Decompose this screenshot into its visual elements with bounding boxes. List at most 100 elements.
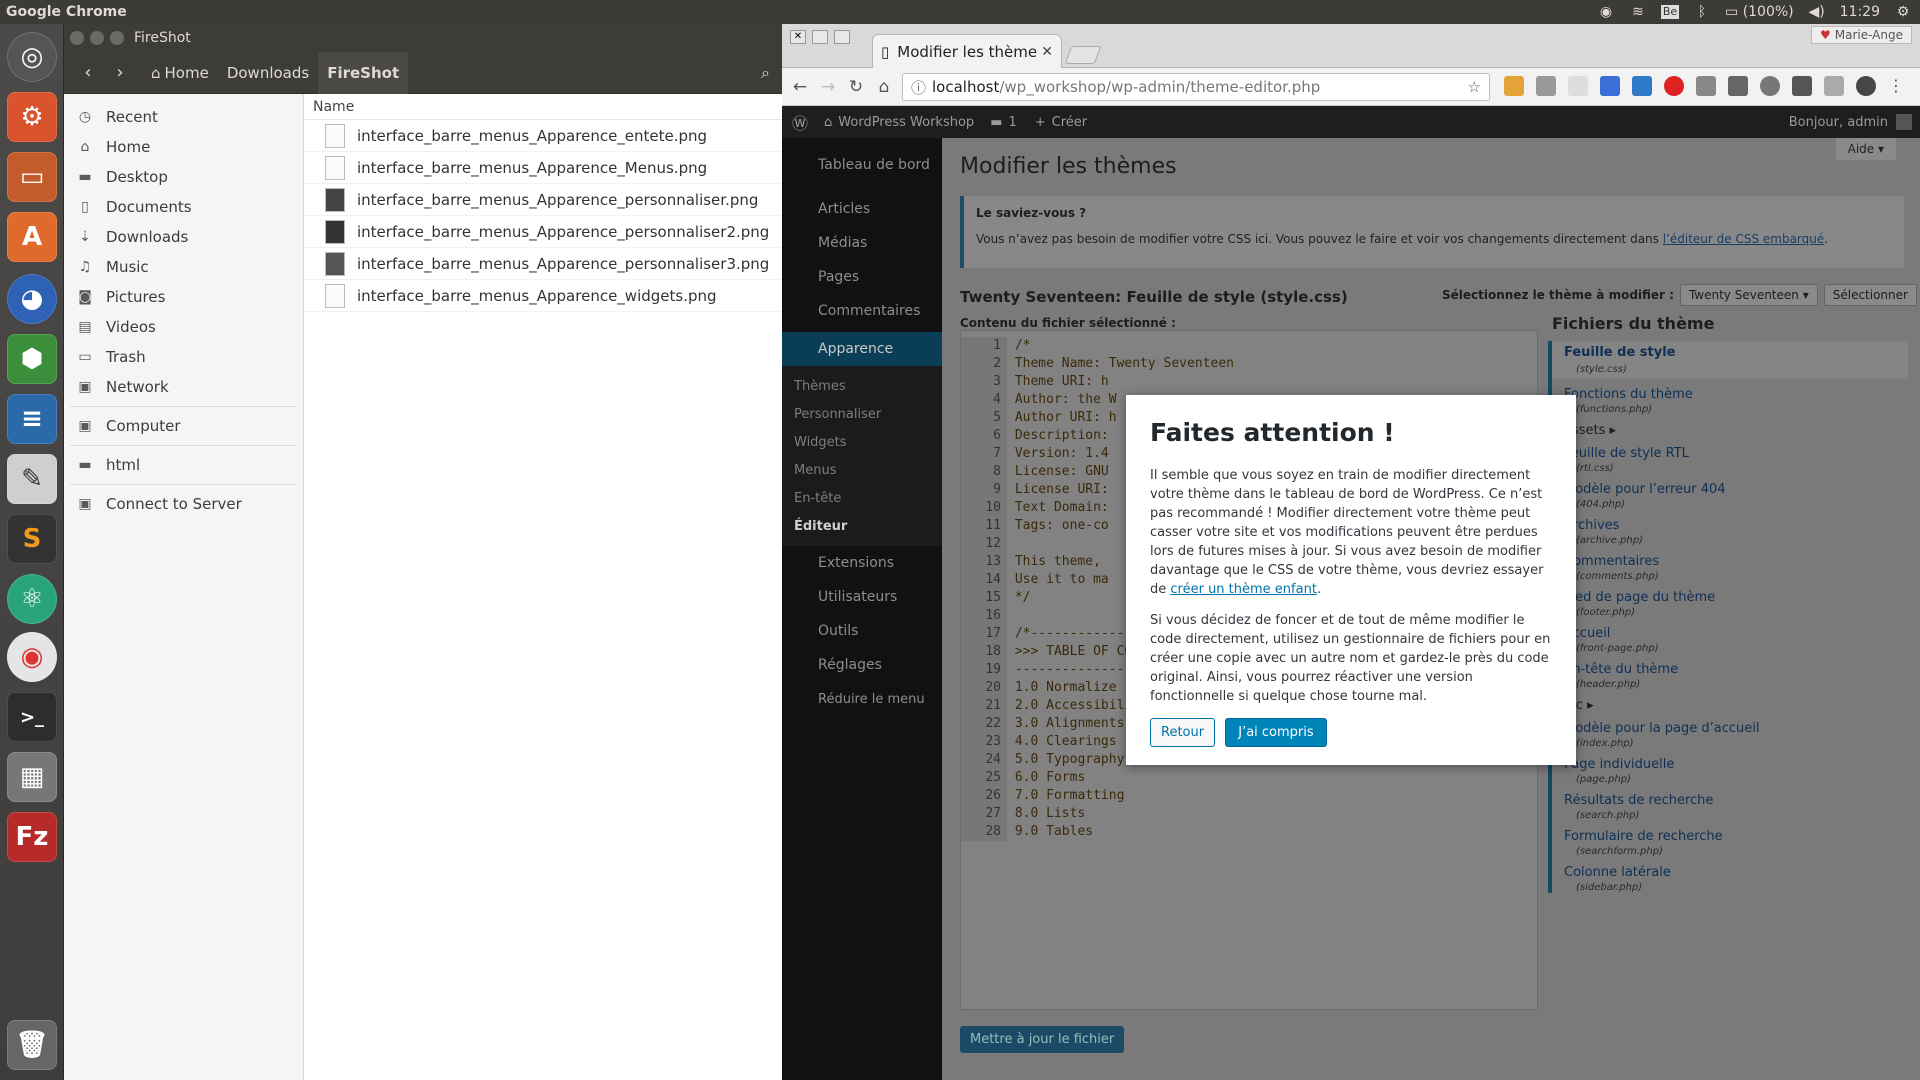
submenu-header[interactable]: En-tête bbox=[782, 484, 942, 512]
sidebar-item-desktop[interactable]: ▬ Desktop bbox=[64, 162, 303, 192]
menu-comments[interactable]: Commentaires bbox=[782, 294, 942, 328]
menu-appearance[interactable]: Apparence bbox=[782, 332, 942, 366]
submenu-editor[interactable]: Éditeur bbox=[782, 512, 942, 540]
close-window-button[interactable] bbox=[70, 31, 84, 45]
sidebar-item-html[interactable]: ▬ html bbox=[64, 450, 303, 480]
power-gear-icon[interactable]: ⚙ bbox=[1894, 5, 1912, 19]
menu-settings[interactable]: Réglages bbox=[782, 648, 942, 682]
close-icon[interactable]: ✕ bbox=[790, 30, 806, 44]
submenu-themes[interactable]: Thèmes bbox=[782, 372, 942, 400]
wordpress-logo-icon[interactable]: Ⓦ bbox=[792, 110, 808, 134]
understood-button[interactable]: J’ai compris bbox=[1225, 718, 1327, 747]
theme-file-link[interactable]: Feuille de style RTL bbox=[1552, 442, 1908, 465]
wifi-icon[interactable]: ≋ bbox=[1629, 5, 1647, 19]
extension-icon[interactable] bbox=[1760, 76, 1780, 96]
sidebar-item-videos[interactable]: ▤ Videos bbox=[64, 312, 303, 342]
child-theme-link[interactable]: créer un thème enfant bbox=[1170, 582, 1317, 597]
theme-file-link[interactable]: Commentaires bbox=[1552, 550, 1908, 573]
sidebar-item-pictures[interactable]: ◙ Pictures bbox=[64, 282, 303, 312]
sidebar-item-home[interactable]: ⌂ Home bbox=[64, 132, 303, 162]
file-row[interactable]: interface_barre_menus_Apparence_personna… bbox=[305, 216, 782, 248]
settings-icon[interactable]: ⚙ bbox=[7, 92, 57, 142]
bluetooth-icon[interactable]: ᛒ bbox=[1693, 5, 1711, 19]
theme-file-link[interactable]: inc ▸ bbox=[1552, 694, 1908, 717]
file-row[interactable]: interface_barre_menus_Apparence_Menus.pn… bbox=[305, 152, 782, 184]
behance-icon[interactable]: Be bbox=[1661, 5, 1679, 19]
menu-users[interactable]: Utilisateurs bbox=[782, 580, 942, 614]
volume-icon[interactable]: ◀) bbox=[1808, 5, 1826, 19]
extension-icon[interactable] bbox=[1568, 76, 1588, 96]
minimize-window-button[interactable] bbox=[90, 31, 104, 45]
theme-file-link[interactable]: En-tête du thème bbox=[1552, 658, 1908, 681]
sidebar-item-trash[interactable]: ▭ Trash bbox=[64, 342, 303, 372]
calculator-icon[interactable]: ▦ bbox=[7, 752, 57, 802]
theme-file-link[interactable]: Archives bbox=[1552, 514, 1908, 537]
sidebar-item-connect-server[interactable]: ▣ Connect to Server bbox=[64, 489, 303, 519]
site-name-link[interactable]: WordPress Workshop bbox=[838, 115, 974, 130]
menu-tools[interactable]: Outils bbox=[782, 614, 942, 648]
clock[interactable]: 11:29 bbox=[1840, 4, 1880, 20]
sublime-icon[interactable]: S bbox=[7, 514, 57, 564]
battery-indicator[interactable]: ▭ (100%) bbox=[1725, 4, 1794, 20]
new-tab-button[interactable] bbox=[1064, 46, 1102, 64]
theme-file-link[interactable]: Fonctions du thème bbox=[1552, 383, 1908, 406]
extension-icon[interactable] bbox=[1632, 76, 1652, 96]
sidebar-item-downloads[interactable]: ⇣ Downloads bbox=[64, 222, 303, 252]
ubuntu-dash-icon[interactable]: ◎ bbox=[7, 32, 57, 82]
search-icon[interactable]: ⌕ bbox=[761, 63, 770, 83]
sidebar-item-music[interactable]: ♫ Music bbox=[64, 252, 303, 282]
custom-css-link[interactable]: l’éditeur de CSS embarqué bbox=[1663, 232, 1825, 246]
theme-file-link[interactable]: Accueil bbox=[1552, 622, 1908, 645]
extension-icon[interactable] bbox=[1504, 76, 1524, 96]
eyedropper-icon[interactable] bbox=[1536, 76, 1556, 96]
theme-file-link[interactable]: Feuille de style bbox=[1552, 341, 1908, 364]
theme-file-link[interactable]: Modèle pour l’erreur 404 bbox=[1552, 478, 1908, 501]
submenu-customize[interactable]: Personnaliser bbox=[782, 400, 942, 428]
tab-theme-editor[interactable]: ▯ Modifier les thème ✕ bbox=[872, 34, 1062, 68]
select-theme-button[interactable]: Sélectionner bbox=[1823, 284, 1917, 306]
atom-icon[interactable]: ⚛ bbox=[7, 574, 57, 624]
tab-close-icon[interactable]: ✕ bbox=[1041, 44, 1053, 60]
sidebar-item-network[interactable]: ▣ Network bbox=[64, 372, 303, 402]
terminal-icon[interactable]: >_ bbox=[7, 692, 57, 742]
avatar[interactable] bbox=[1896, 114, 1912, 130]
sidebar-item-computer[interactable]: ▣ Computer bbox=[64, 411, 303, 441]
theme-select[interactable]: Twenty Seventeen ▾ bbox=[1679, 284, 1818, 306]
theme-file-link[interactable]: Colonne latérale bbox=[1552, 861, 1908, 884]
translate-icon[interactable] bbox=[1600, 76, 1620, 96]
column-header-name[interactable]: Name bbox=[305, 94, 782, 120]
theme-file-link[interactable]: Formulaire de recherche bbox=[1552, 825, 1908, 848]
menu-articles[interactable]: Articles bbox=[782, 192, 942, 226]
chrome-tray-icon[interactable]: ◉ bbox=[1597, 5, 1615, 19]
breadcrumb-downloads[interactable]: Downloads bbox=[218, 52, 318, 94]
home-icon[interactable]: ⌂ bbox=[870, 77, 898, 97]
forward-arrow-icon[interactable]: › bbox=[104, 62, 136, 83]
submenu-menus[interactable]: Menus bbox=[782, 456, 942, 484]
menu-plugins[interactable]: Extensions bbox=[782, 546, 942, 580]
back-button[interactable]: Retour bbox=[1150, 718, 1216, 747]
theme-file-link[interactable]: Résultats de recherche bbox=[1552, 789, 1908, 812]
menu-collapse[interactable]: Réduire le menu bbox=[782, 682, 942, 716]
back-arrow-icon[interactable]: ← bbox=[786, 77, 814, 97]
breadcrumb-fireshot[interactable]: FireShot bbox=[318, 51, 409, 94]
forward-arrow-icon[interactable]: → bbox=[814, 77, 842, 97]
menu-pages[interactable]: Pages bbox=[782, 260, 942, 294]
extension-icon[interactable] bbox=[1792, 76, 1812, 96]
extension-icon[interactable] bbox=[1824, 76, 1844, 96]
comment-bubble-icon[interactable]: ▬ bbox=[990, 115, 1002, 130]
files-icon[interactable]: ▭ bbox=[7, 152, 57, 202]
minimize-icon[interactable] bbox=[812, 30, 828, 44]
theme-file-link[interactable]: Page individuelle bbox=[1552, 753, 1908, 776]
wordpress-icon[interactable] bbox=[1856, 76, 1876, 96]
theme-file-link[interactable]: Modèle pour la page d’accueil bbox=[1552, 717, 1908, 740]
profile-button[interactable]: ♥ Marie-Ange bbox=[1810, 26, 1912, 44]
file-row[interactable]: interface_barre_menus_Apparence_personna… bbox=[305, 184, 782, 216]
theme-file-link[interactable]: Pied de page du thème bbox=[1552, 586, 1908, 609]
extension-icon[interactable] bbox=[1696, 76, 1716, 96]
text-editor-icon[interactable]: ✎ bbox=[7, 454, 57, 504]
writer-icon[interactable]: ≡ bbox=[7, 394, 57, 444]
sidebar-item-documents[interactable]: ▯ Documents bbox=[64, 192, 303, 222]
chrome-icon[interactable]: ◉ bbox=[7, 632, 57, 682]
pinterest-icon[interactable] bbox=[1664, 76, 1684, 96]
menu-kebab-icon[interactable]: ⋮ bbox=[1888, 76, 1904, 96]
